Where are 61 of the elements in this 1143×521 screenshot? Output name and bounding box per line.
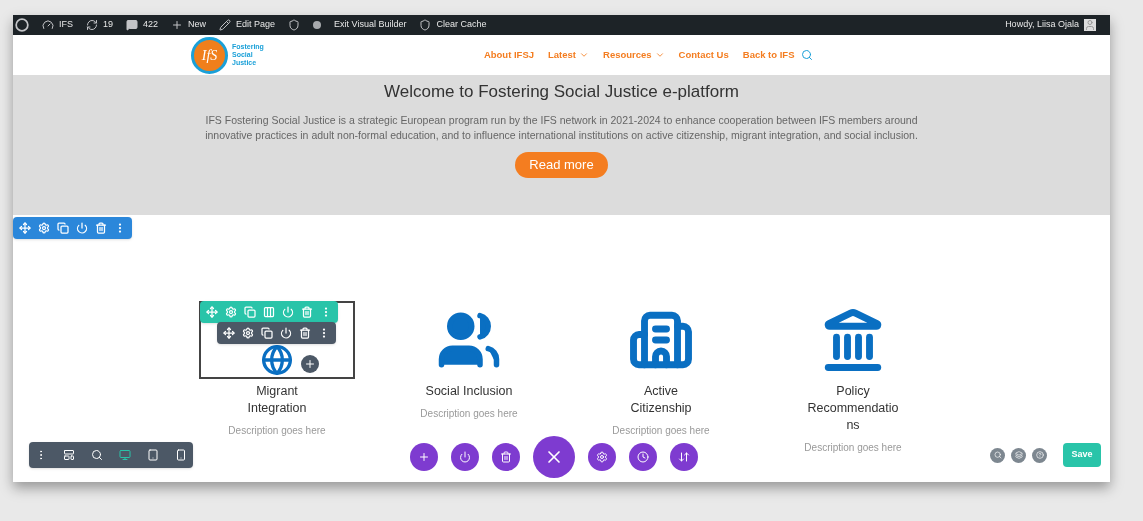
add-button[interactable] [410,443,438,471]
feature-title: Active Citizenship [629,383,693,417]
help-icon [1035,451,1044,459]
copy-icon[interactable] [261,327,273,339]
trash-icon [500,451,512,463]
power-icon[interactable] [280,327,292,339]
shield-icon[interactable] [288,19,301,31]
greeting-link[interactable]: Howdy, Liisa Ojala [1005,18,1079,32]
plus-icon [171,19,184,31]
admin-bar-link[interactable]: 422 [143,18,159,32]
feature-description: Description goes here [420,407,518,421]
add-module-button[interactable] [301,355,319,373]
admin-bar-link[interactable]: Edit Page [236,18,276,32]
history-button[interactable] [629,443,657,471]
power-icon[interactable] [76,222,88,234]
phone-icon[interactable] [175,449,187,461]
sort-button[interactable] [670,443,698,471]
zoom-icon[interactable] [91,449,103,461]
sort-icon [678,451,690,463]
admin-bar-link[interactable]: New [188,18,207,32]
feature-description: Description goes here [228,424,326,438]
hero-text: IFS Fostering Social Justice is a strategic European program run by the IFS network in 2021-2024 to enhance cooperation between IFS members around innovative practices in adult non-formal education, and to influence international institutions on active citizenship, migrant integration, and social inclusion. [204,112,919,143]
search-icon [993,451,1002,459]
settings-icon[interactable] [242,327,254,339]
layers-icon [1014,451,1023,459]
dashboard-icon [42,19,54,31]
feature-title: Social Inclusion [424,383,514,400]
plus-icon [304,358,316,370]
trash-icon[interactable] [95,222,107,234]
layers-button[interactable] [1011,447,1026,463]
trash-button[interactable] [492,443,520,471]
move-icon[interactable] [19,222,31,234]
power-button[interactable] [451,443,479,471]
close-button[interactable] [533,436,575,478]
tablet-icon[interactable] [147,449,159,461]
settings-icon[interactable] [38,222,50,234]
comment-icon [126,19,139,31]
move-icon[interactable] [223,327,235,339]
admin-bar-link[interactable]: IFS [59,18,73,32]
admin-bar-link[interactable]: Exit Visual Builder [334,18,407,32]
copy-icon[interactable] [57,222,69,234]
clock-icon [637,451,649,463]
plus-icon [418,451,430,463]
feature-title: Migrant Integration [246,383,308,417]
power-icon [459,451,471,463]
admin-bar-link[interactable]: Clear Cache [436,18,487,32]
feature-title: Policy Recommendations [806,383,900,434]
desktop-icon[interactable] [119,449,131,461]
feature-description: Description goes here [612,424,710,438]
settings-icon [596,451,608,463]
globe-icon [261,344,293,376]
zoom-button[interactable] [990,447,1005,463]
feature-description: Description goes here [804,441,902,455]
hero-title: Welcome to Fostering Social Justice e-platform [384,81,739,103]
trash-icon[interactable] [299,327,311,339]
layout-icon[interactable] [63,449,75,461]
admin-bar-link[interactable]: 19 [103,18,114,32]
pencil-icon [219,19,232,31]
settings-button[interactable] [588,443,616,471]
help-button[interactable] [1032,447,1047,463]
refresh-icon [86,19,98,31]
